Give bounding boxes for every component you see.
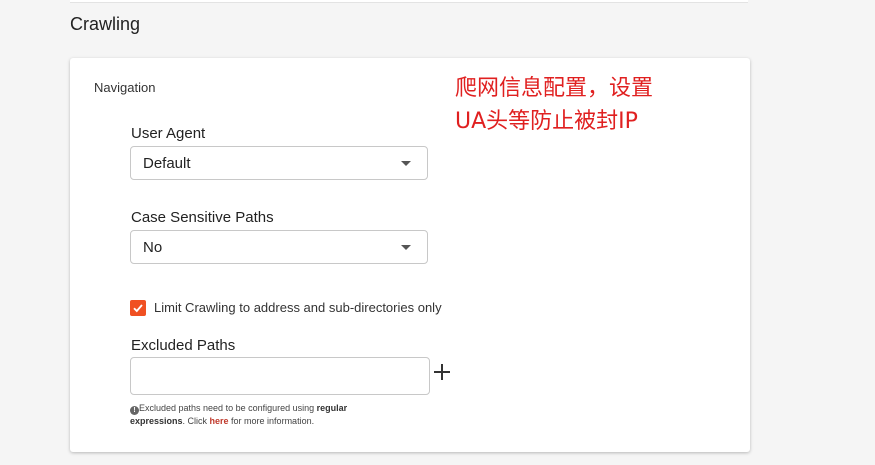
annotation-note: 爬网信息配置，设置 UA头等防止被封IP <box>455 72 653 138</box>
chevron-down-icon <box>401 161 411 166</box>
case-sensitive-select[interactable]: No <box>130 230 428 264</box>
excluded-paths-input[interactable] <box>130 357 430 395</box>
limit-crawling-label: Limit Crawling to address and sub-direct… <box>154 300 442 315</box>
excluded-paths-help: ! Excluded paths need to be configured us… <box>130 402 400 427</box>
help-link[interactable]: here <box>210 416 229 426</box>
info-icon: ! <box>130 406 139 415</box>
user-agent-value: Default <box>143 155 191 172</box>
annotation-line-1: 爬网信息配置，设置 <box>455 76 654 101</box>
annotation-line-2: UA头等防止被封IP <box>455 109 638 134</box>
help-mid: . Click <box>182 416 210 426</box>
plus-icon[interactable] <box>431 361 453 383</box>
check-icon <box>133 304 143 313</box>
card-label: Navigation <box>94 80 156 95</box>
case-sensitive-label: Case Sensitive Paths <box>131 209 274 226</box>
chevron-down-icon <box>401 245 411 250</box>
navigation-card: Navigation 爬网信息配置，设置 UA头等防止被封IP User Age… <box>70 58 750 452</box>
case-sensitive-value: No <box>143 239 163 256</box>
limit-crawling-checkbox[interactable] <box>130 300 146 316</box>
help-suffix: for more information. <box>228 416 315 426</box>
user-agent-label: User Agent <box>131 125 206 142</box>
excluded-paths-label: Excluded Paths <box>131 337 236 354</box>
help-prefix: Excluded paths need to be configured usi… <box>139 403 317 413</box>
user-agent-select[interactable]: Default <box>130 146 428 180</box>
top-divider <box>70 0 748 3</box>
section-title: Crawling <box>70 14 141 34</box>
